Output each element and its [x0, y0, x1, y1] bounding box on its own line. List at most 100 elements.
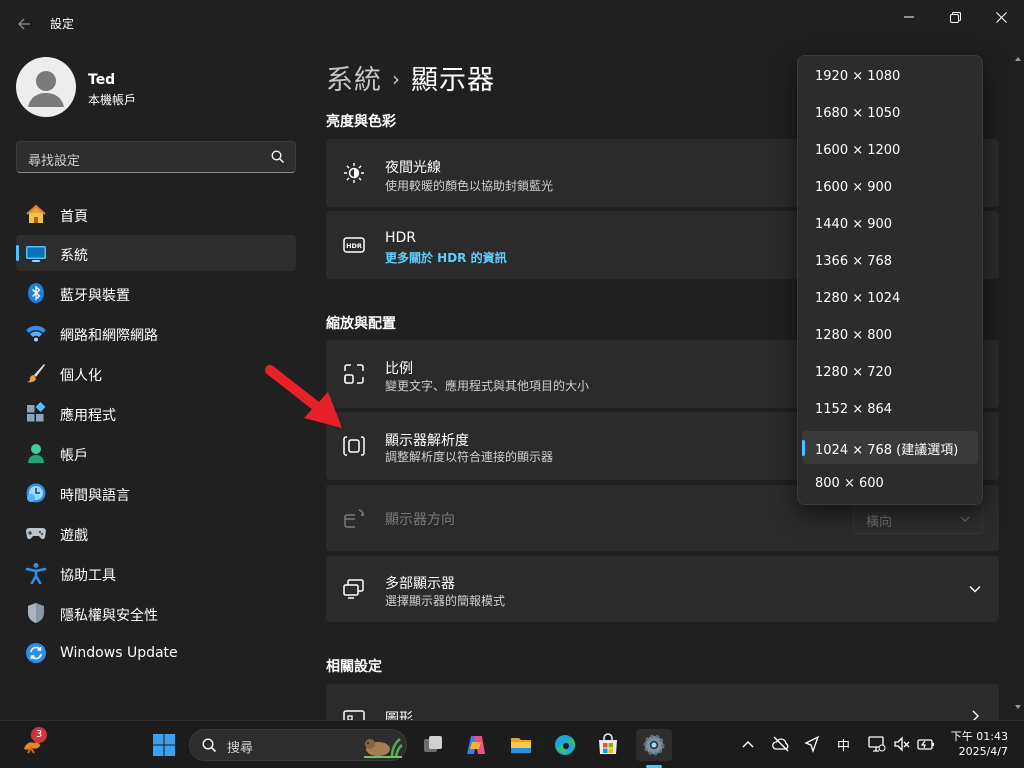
- sidebar-item-label: 隱私權與安全性: [60, 608, 158, 624]
- resolution-subtitle: 調整解析度以符合連接的顯示器: [385, 450, 554, 464]
- resolution-option[interactable]: 1280 × 800: [802, 320, 978, 353]
- resolution-option-label: 1280 × 800: [815, 328, 893, 343]
- taskbar-clock[interactable]: 下午 01:43 2025/4/7: [948, 729, 1008, 759]
- resolution-option[interactable]: 800 × 600: [802, 468, 978, 501]
- resolution-option[interactable]: 1366 × 768: [802, 246, 978, 279]
- multiple-displays-icon: [343, 579, 364, 599]
- resolution-option[interactable]: 1280 × 1024: [802, 283, 978, 316]
- scrollbar[interactable]: [1013, 48, 1023, 718]
- chevron-down-icon[interactable]: [969, 584, 981, 594]
- search-placeholder: 尋找設定: [28, 154, 81, 169]
- resolution-option-label: 1440 × 900: [815, 217, 893, 232]
- hdr-icon: HDR: [343, 237, 365, 253]
- system-icon: [26, 246, 46, 262]
- chevron-up-icon[interactable]: [742, 739, 754, 749]
- sidebar-item-accessibility[interactable]: 協助工具: [16, 555, 296, 591]
- resolution-option-label: 1920 × 1080: [815, 69, 901, 84]
- resolution-option[interactable]: 1600 × 900: [802, 172, 978, 205]
- resolution-icon: [343, 436, 365, 456]
- back-button[interactable]: [10, 10, 38, 38]
- avatar[interactable]: [16, 57, 76, 117]
- resolution-option[interactable]: 1680 × 1050: [802, 98, 978, 131]
- sidebar-item-bluetooth[interactable]: 藍牙與裝置: [16, 275, 296, 311]
- taskbar-search-box[interactable]: 搜尋: [189, 729, 407, 761]
- notification-badge: 3: [31, 727, 47, 743]
- sidebar-item-home[interactable]: 首頁: [16, 196, 296, 232]
- sidebar-item-gaming[interactable]: 遊戲: [16, 515, 296, 551]
- network-wired-icon[interactable]: [867, 734, 887, 754]
- sidebar-item-time-language[interactable]: 時間與語言: [16, 475, 296, 511]
- orientation-icon: [344, 509, 365, 528]
- copilot-button[interactable]: [460, 729, 492, 761]
- section-title-brightness-color: 亮度與色彩: [326, 114, 396, 130]
- start-button[interactable]: [148, 729, 180, 761]
- resolution-option[interactable]: 1280 × 720: [802, 357, 978, 390]
- cloud-offline-icon[interactable]: [772, 735, 790, 753]
- breadcrumb-parent[interactable]: 系統: [326, 65, 382, 96]
- sidebar-item-personalization[interactable]: 個人化: [16, 355, 296, 391]
- restore-button[interactable]: [932, 4, 978, 30]
- resolution-option-label: 1600 × 900: [815, 180, 893, 195]
- hdr-info-link[interactable]: 更多關於 HDR 的資訊: [385, 249, 507, 266]
- resolution-option-label: 1366 × 768: [815, 254, 893, 269]
- graphics-row[interactable]: 圖形: [326, 684, 999, 720]
- time-language-icon: [26, 483, 46, 503]
- minimize-button[interactable]: [886, 4, 932, 30]
- sidebar-item-label: Windows Update: [60, 645, 178, 661]
- breadcrumb: 系統 › 顯示器: [326, 58, 495, 97]
- search-highlight-icon: [364, 738, 403, 758]
- selected-indicator: [802, 440, 805, 456]
- store-button[interactable]: [592, 729, 624, 761]
- resolution-option-label: 1680 × 1050: [815, 106, 901, 121]
- resolution-option-label: 1280 × 1024: [815, 291, 901, 306]
- account-type: 本機帳戶: [88, 93, 137, 107]
- sidebar-item-label: 協助工具: [60, 568, 116, 584]
- gaming-icon: [26, 528, 46, 540]
- file-explorer-button[interactable]: [505, 729, 537, 761]
- resolution-option[interactable]: 1920 × 1080: [802, 61, 978, 94]
- search-icon: [271, 150, 284, 163]
- brush-icon: [27, 364, 45, 383]
- minimize-icon: [904, 16, 914, 18]
- user-avatar-icon: [28, 71, 64, 107]
- taskbar-search-text: 搜尋: [227, 741, 254, 756]
- sidebar-item-accounts[interactable]: 帳戶: [16, 435, 296, 471]
- sidebar-item-label: 藍牙與裝置: [60, 288, 130, 304]
- task-view-button[interactable]: [417, 729, 449, 761]
- sidebar-item-apps[interactable]: 應用程式: [16, 395, 296, 431]
- sidebar-item-system[interactable]: 系統: [16, 235, 296, 271]
- sidebar-item-privacy[interactable]: 隱私權與安全性: [16, 595, 296, 631]
- resolution-option[interactable]: 1440 × 900: [802, 209, 978, 242]
- resolution-option[interactable]: 1152 × 864: [802, 394, 978, 427]
- sidebar-item-label: 應用程式: [60, 408, 116, 424]
- windows-start-icon: [153, 734, 175, 756]
- battery-charging-icon[interactable]: [915, 735, 935, 753]
- location-arrow-icon[interactable]: [804, 735, 820, 753]
- volume-muted-icon[interactable]: [893, 735, 911, 753]
- orientation-value: 橫向: [866, 515, 893, 530]
- chevron-down-icon: [960, 516, 970, 522]
- accessibility-icon: [25, 563, 47, 584]
- resolution-option-label: 800 × 600: [815, 476, 884, 491]
- ime-mode-indicator[interactable]: 中: [837, 735, 850, 754]
- close-button[interactable]: [978, 4, 1024, 30]
- settings-gear-icon: [643, 734, 665, 756]
- edge-button[interactable]: [549, 729, 581, 761]
- wifi-icon: [26, 325, 46, 342]
- search-input[interactable]: 尋找設定: [16, 141, 296, 173]
- sidebar-item-network[interactable]: 網路和網際網路: [16, 315, 296, 351]
- orientation-dropdown: 橫向: [853, 502, 983, 534]
- title-bar: 設定: [0, 0, 1024, 48]
- resolution-option[interactable]: 1600 × 1200: [802, 135, 978, 168]
- red-arrow-icon: [265, 365, 342, 428]
- sidebar-item-windows-update[interactable]: Windows Update: [16, 635, 296, 671]
- svg-text:HDR: HDR: [346, 242, 362, 250]
- scrollbar-arrows-icon: [1015, 57, 1021, 709]
- edge-browser-icon: [555, 735, 576, 755]
- settings-app-button[interactable]: [636, 729, 672, 761]
- resolution-dropdown-menu: 1920 × 1080 1680 × 1050 1600 × 1200 1600…: [797, 55, 983, 505]
- resolution-option-label: 1024 × 768 (建議選項): [815, 443, 959, 458]
- account-icon: [28, 444, 44, 463]
- resolution-option-selected[interactable]: 1024 × 768 (建議選項): [802, 431, 978, 464]
- multiple-displays-row[interactable]: 多部顯示器 選擇顯示器的簡報模式: [326, 556, 999, 622]
